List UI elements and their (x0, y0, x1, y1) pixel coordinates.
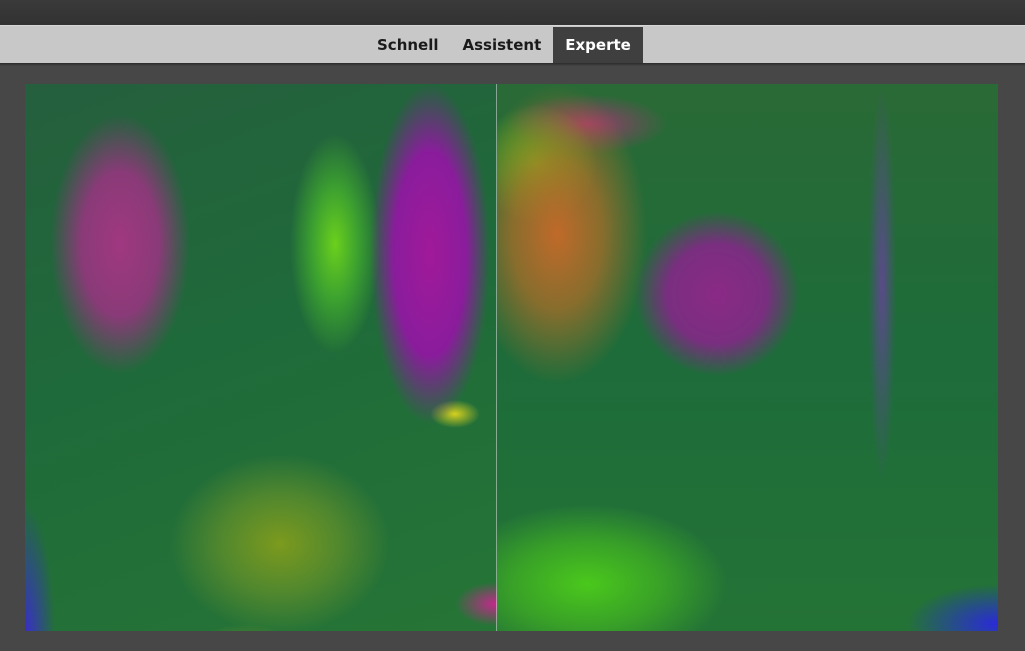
image-canvas[interactable] (25, 84, 998, 631)
after-image-panel[interactable] (497, 84, 998, 631)
mode-bar: Schnell Assistent Experte (0, 25, 1025, 63)
before-image-panel[interactable] (25, 84, 497, 631)
application-title-bar (0, 0, 1025, 25)
split-view-divider (496, 84, 497, 631)
tab-experte[interactable]: Experte (553, 27, 643, 63)
tab-assistent[interactable]: Assistent (451, 27, 554, 63)
mode-bar-shadow (0, 63, 1025, 66)
tab-schnell[interactable]: Schnell (365, 27, 451, 63)
mode-tabs: Schnell Assistent Experte (365, 27, 643, 63)
